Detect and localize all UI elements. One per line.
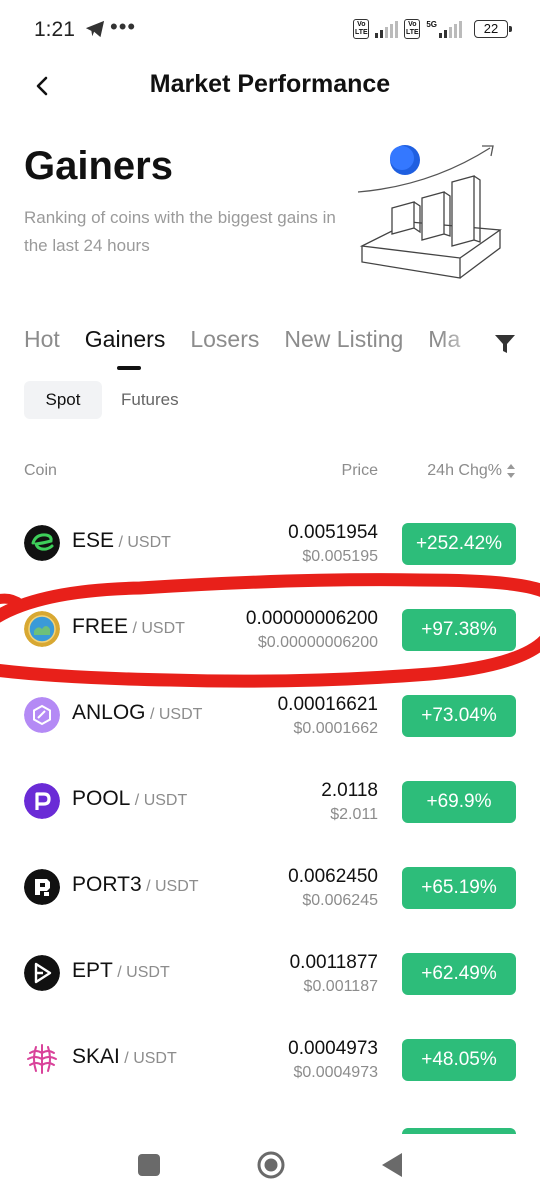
coin-price: 2.0118 — [321, 780, 378, 801]
coin-symbol: ESE — [72, 529, 115, 552]
change-badge[interactable]: +62.49% — [402, 953, 516, 995]
coin-pair: ESE / USDT — [72, 529, 171, 553]
more-notifications-icon: ••• — [110, 14, 137, 39]
square-icon[interactable] — [138, 1154, 160, 1176]
status-bar: 1:21 ••• Vo LTE Vo LTE 5G 22 — [0, 0, 540, 60]
coin-symbol: EPT — [72, 959, 113, 982]
column-header-change[interactable]: 24h Chg% — [427, 462, 516, 480]
coin-price-usd: $0.0001662 — [293, 720, 378, 737]
coin-symbol: FREE — [72, 615, 129, 638]
coin-quote: / USDT — [128, 620, 185, 637]
section-title: Gainers — [24, 144, 173, 188]
coin-symbol: SKAI — [72, 1045, 120, 1068]
coin-quote: / USDT — [119, 1050, 177, 1067]
coin-symbol: ANLOG — [72, 701, 146, 724]
change-badge[interactable]: +48.05% — [402, 1039, 516, 1081]
coin-price-usd: $0.00000006200 — [257, 634, 378, 651]
pool-coin-icon — [24, 783, 60, 819]
coin-price: 0.0004973 — [288, 1038, 378, 1059]
tab-hot[interactable]: Hot — [24, 326, 60, 366]
change-badge[interactable]: +73.04% — [402, 695, 516, 737]
coin-price: 0.00000006200 — [245, 608, 378, 629]
status-indicators: Vo LTE Vo LTE 5G 22 — [353, 16, 512, 42]
port3-coin-icon — [24, 869, 60, 905]
table-row[interactable]: SKAI / USDT 0.0004973 $0.0004973 +48.05% — [0, 1016, 540, 1102]
table-row[interactable]: POOL / USDT 2.0118 $2.011 +69.9% — [0, 758, 540, 844]
change-badge[interactable]: +97.38% — [402, 609, 516, 651]
signal-icon-2 — [439, 20, 462, 38]
battery-icon: 22 — [474, 20, 512, 38]
subtab-futures[interactable]: Futures — [121, 381, 179, 419]
table-row[interactable]: EPT / USDT 0.0011877 $0.001187 +62.49% — [0, 930, 540, 1016]
app-header: Market Performance — [0, 60, 540, 110]
volte-icon-2: Vo LTE — [404, 19, 421, 39]
change-badge[interactable]: +252.42% — [402, 523, 516, 565]
bar-chart-illustration-icon — [357, 145, 502, 279]
triangle-back-icon[interactable] — [380, 1151, 404, 1179]
tabs-fade — [440, 326, 490, 362]
change-badge[interactable]: +65.19% — [402, 867, 516, 909]
table-row[interactable]: FREE / USDT 0.00000006200 $0.00000006200… — [0, 586, 540, 672]
coin-quote: / USDT — [114, 534, 171, 551]
change-badge-partial — [402, 1128, 516, 1134]
change-badge[interactable]: +69.9% — [402, 781, 516, 823]
tab-losers[interactable]: Losers — [190, 326, 259, 366]
skai-coin-icon — [24, 1041, 60, 1077]
coin-price-usd: $0.0004973 — [293, 1064, 378, 1081]
coin-quote: / USDT — [112, 964, 170, 981]
system-nav-bar — [0, 1136, 540, 1200]
column-header-coin: Coin — [24, 462, 57, 479]
sort-icon — [507, 464, 515, 478]
ese-coin-icon — [24, 525, 60, 561]
coin-quote: / USDT — [145, 706, 203, 723]
signal-icon — [375, 20, 399, 38]
coin-pair: ANLOG / USDT — [72, 701, 202, 725]
column-header-price: Price — [341, 462, 378, 479]
coin-price: 0.0011877 — [289, 952, 378, 973]
anlog-coin-icon — [24, 697, 60, 733]
coin-quote: / USDT — [141, 878, 199, 895]
coin-price: 0.0051954 — [288, 522, 378, 543]
filter-icon[interactable] — [492, 331, 518, 357]
coin-pair: POOL / USDT — [72, 787, 187, 811]
coin-price-usd: $0.005195 — [302, 548, 378, 565]
telegram-icon — [85, 20, 105, 38]
column-header-change-label: 24h Chg% — [427, 462, 502, 479]
table-row[interactable]: ANLOG / USDT 0.00016621 $0.0001662 +73.0… — [0, 672, 540, 758]
subtab-spot[interactable]: Spot — [24, 381, 102, 419]
tab-gainers[interactable]: Gainers — [85, 326, 166, 366]
coin-price: 0.00016621 — [277, 694, 378, 715]
coin-pair: PORT3 / USDT — [72, 873, 199, 897]
coin-price: 0.0062450 — [288, 866, 378, 887]
circle-icon[interactable] — [256, 1150, 286, 1180]
coin-price-usd: $2.011 — [330, 806, 378, 823]
volte-icon: Vo LTE — [353, 19, 370, 39]
section-description: Ranking of coins with the biggest gains … — [24, 208, 336, 255]
status-time: 1:21 — [34, 18, 75, 41]
coin-price-usd: $0.001187 — [303, 978, 378, 995]
active-tab-indicator — [117, 366, 141, 370]
free-coin-icon — [24, 611, 60, 647]
table-row[interactable]: ESE / USDT 0.0051954 $0.005195 +252.42% — [0, 500, 540, 586]
coin-quote: / USDT — [130, 792, 188, 809]
tab-new-listing[interactable]: New Listing — [284, 326, 403, 366]
coin-symbol: POOL — [72, 787, 131, 810]
table-row[interactable]: PORT3 / USDT 0.0062450 $0.006245 +65.19% — [0, 844, 540, 930]
page-title: Market Performance — [149, 70, 391, 98]
network-type-label: 5G — [426, 20, 437, 29]
coin-pair: FREE / USDT — [72, 615, 185, 639]
ept-coin-icon — [24, 955, 60, 991]
coin-symbol: PORT3 — [72, 873, 142, 896]
coin-price-usd: $0.006245 — [302, 892, 378, 909]
coin-pair: EPT / USDT — [72, 959, 170, 983]
coin-pair: SKAI / USDT — [72, 1045, 177, 1069]
